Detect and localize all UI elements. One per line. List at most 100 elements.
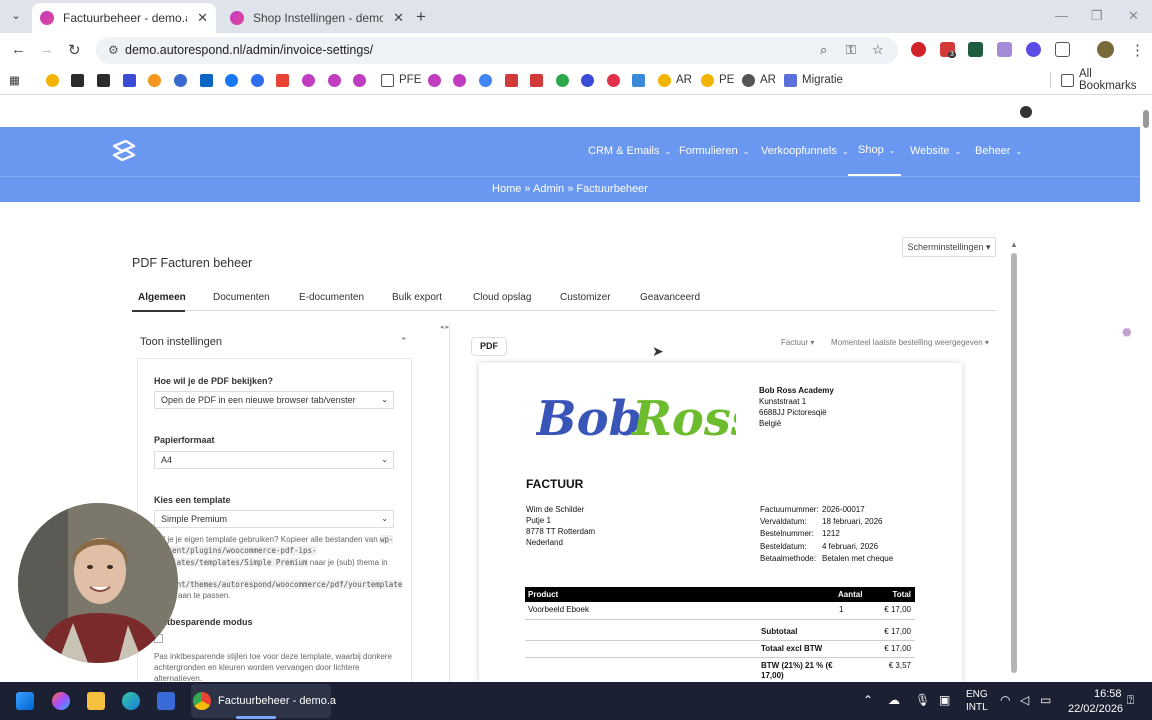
menu-crm-emails[interactable]: CRM & Emails ⌄	[588, 145, 671, 157]
restore-icon[interactable]: ❐	[1091, 8, 1103, 24]
meet-icon[interactable]: ▣	[939, 693, 950, 707]
bookmark-ar-4[interactable]	[428, 72, 446, 88]
battery-icon[interactable]: ▭	[1040, 693, 1051, 707]
site-info-icon[interactable]: ⚙	[108, 43, 119, 57]
bookmark-ar-3[interactable]	[353, 72, 371, 88]
panel-title[interactable]: Toon instellingen	[140, 336, 222, 348]
bookmark-blocks[interactable]	[632, 72, 650, 88]
bookmark-drive-pe[interactable]: PE	[701, 72, 734, 88]
bookmark-web-ar[interactable]: AR	[742, 72, 776, 88]
keyboard-layout-indicator[interactable]: INTL	[966, 702, 988, 713]
new-tab-icon[interactable]: +	[416, 7, 426, 27]
bookmark-chatgpt[interactable]	[71, 72, 89, 88]
extensions-puzzle-icon[interactable]	[1055, 42, 1070, 57]
view-mode-select[interactable]: Open de PDF in een nieuwe browser tab/ve…	[154, 391, 394, 409]
tab-algemeen[interactable]: Algemeen	[138, 292, 186, 303]
apps-grid-icon[interactable]: ▦	[9, 72, 20, 88]
autorespond-logo[interactable]	[110, 140, 138, 162]
address-bar[interactable]: ⚙ demo.autorespond.nl/admin/invoice-sett…	[96, 37, 898, 64]
browser-menu-icon[interactable]: ⋮	[1130, 41, 1145, 59]
side-panel-extension-icon[interactable]: ⬣	[1122, 326, 1132, 339]
chevron-up-icon[interactable]: ⌃	[400, 336, 408, 347]
photos-icon[interactable]	[157, 692, 175, 710]
tab-geavanceerd[interactable]: Geavanceerd	[640, 292, 700, 303]
zoom-icon[interactable]: ⌕	[820, 42, 827, 58]
order-select[interactable]: Momenteel laatste bestelling weergegeven…	[831, 338, 989, 347]
bookmark-tool[interactable]	[174, 72, 192, 88]
reload-icon[interactable]: ↻	[68, 41, 81, 59]
tab-documenten[interactable]: Documenten	[213, 292, 270, 303]
user-account-icon[interactable]	[1020, 106, 1032, 118]
bookmark-link[interactable]	[581, 72, 599, 88]
bookmark-ar-1[interactable]	[302, 72, 320, 88]
edge-icon[interactable]	[122, 692, 140, 710]
back-icon[interactable]: ←	[11, 41, 26, 58]
onedrive-icon[interactable]: ☁	[888, 693, 900, 707]
wifi-icon[interactable]: ◠	[1000, 693, 1010, 707]
url-text[interactable]: demo.autorespond.nl/admin/invoice-settin…	[125, 43, 373, 57]
bookmark-facebook[interactable]	[225, 72, 243, 88]
clock-time[interactable]: 16:58	[1094, 688, 1122, 700]
document-type-select[interactable]: Factuur ▾	[781, 338, 814, 347]
all-bookmarks-button[interactable]: All Bookmarks	[1061, 68, 1152, 92]
clock-date[interactable]: 22/02/2026	[1068, 703, 1123, 715]
scroll-up-icon[interactable]: ▲	[1010, 240, 1018, 249]
tab-cloud-opslag[interactable]: Cloud opslag	[473, 292, 531, 303]
tab-e-documenten[interactable]: E-documenten	[299, 292, 364, 303]
bookmark-drive-ar[interactable]: AR	[658, 72, 692, 88]
menu-beheer[interactable]: Beheer ⌄	[975, 145, 1022, 157]
bookmark-cloud[interactable]	[148, 72, 166, 88]
menu-verkoopfunnels[interactable]: Verkoopfunnels ⌄	[761, 145, 849, 157]
volume-icon[interactable]: ◁	[1020, 693, 1029, 707]
bookmark-chatgpt-2[interactable]	[97, 72, 115, 88]
minimize-icon[interactable]: —	[1055, 8, 1068, 23]
tab-customizer[interactable]: Customizer	[560, 292, 611, 303]
paper-size-select[interactable]: A4 ⌄	[154, 451, 394, 469]
opera-extension-icon[interactable]	[911, 42, 926, 57]
breadcrumb[interactable]: Home » Admin » Factuurbeheer	[0, 176, 1140, 202]
close-window-icon[interactable]: ✕	[1128, 8, 1139, 24]
screen-settings-button[interactable]: Scherminstellingen ▾	[902, 237, 996, 257]
template-select[interactable]: Simple Premium ⌄	[154, 510, 394, 528]
browser-tab-shop-settings[interactable]: Shop Instellingen - demo.autor ✕	[222, 3, 412, 33]
microphone-icon[interactable]: 🎙	[915, 693, 930, 707]
bookmark-green[interactable]	[556, 72, 574, 88]
bookmark-google[interactable]	[479, 72, 497, 88]
splitter-handle[interactable]: ◂ ▸	[440, 323, 449, 331]
bookmark-target[interactable]	[607, 72, 625, 88]
tab-search-icon[interactable]: ⌄	[6, 6, 26, 26]
bookmark-linkedin[interactable]	[200, 72, 218, 88]
tab-bulk-export[interactable]: Bulk export	[392, 292, 442, 303]
bookmark-red-2[interactable]	[530, 72, 548, 88]
language-indicator[interactable]: ENG	[966, 689, 988, 700]
chatgpt-extension-icon[interactable]	[968, 42, 983, 57]
file-explorer-icon[interactable]	[87, 692, 105, 710]
menu-shop[interactable]: Shop ⌄	[858, 144, 895, 156]
preview-scrollbar-thumb[interactable]	[1011, 253, 1017, 673]
menu-website[interactable]: Website ⌄	[910, 145, 961, 157]
notifications-icon[interactable]: ⍰	[1127, 693, 1134, 708]
bookmark-gmail[interactable]	[276, 72, 294, 88]
close-tab-icon[interactable]: ✕	[197, 10, 208, 26]
tray-overflow-icon[interactable]: ⌃	[863, 693, 873, 707]
bookmark-messenger[interactable]	[251, 72, 269, 88]
bookmark-v[interactable]	[123, 72, 141, 88]
password-key-icon[interactable]: ⚿	[846, 42, 856, 58]
bookmark-ar-5[interactable]	[453, 72, 471, 88]
copilot-icon[interactable]	[52, 692, 70, 710]
profile-avatar[interactable]	[1097, 41, 1114, 58]
menu-formulieren[interactable]: Formulieren ⌄	[679, 145, 749, 157]
pdf-button[interactable]: PDF	[471, 337, 507, 356]
bookmark-star-icon[interactable]: ☆	[872, 42, 884, 58]
page-scrollbar-thumb[interactable]	[1143, 110, 1149, 128]
bookmark-ar-2[interactable]	[328, 72, 346, 88]
image-extension-icon[interactable]	[997, 42, 1012, 57]
bookmark-folder-pfe[interactable]: PFE	[381, 72, 421, 88]
bookmark-red-1[interactable]	[505, 72, 523, 88]
bookmark-drive[interactable]	[46, 72, 64, 88]
forward-icon[interactable]: →	[39, 41, 54, 58]
close-tab-icon[interactable]: ✕	[393, 10, 404, 26]
bookmark-migratie[interactable]: Migratie	[784, 72, 843, 88]
circle-extension-icon[interactable]	[1026, 42, 1041, 57]
browser-tab-active[interactable]: Factuurbeheer - demo.autoresp ✕	[32, 3, 216, 33]
